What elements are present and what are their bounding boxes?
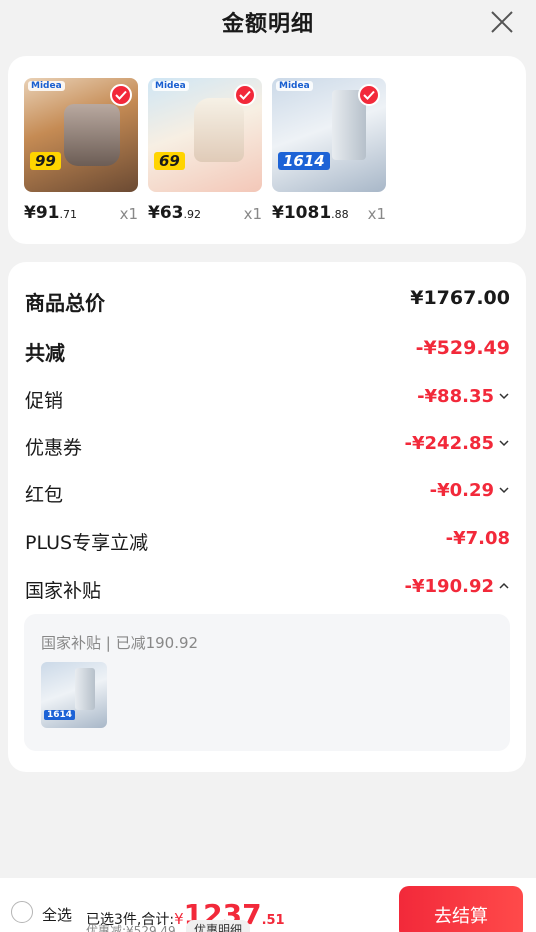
product-quantity: x1 xyxy=(119,205,138,223)
reduction-label: 共减 xyxy=(25,341,65,365)
brand-logo: Midea xyxy=(28,81,65,91)
price-badge: 1614 xyxy=(44,710,76,720)
page-title: 金额明细 xyxy=(221,12,314,37)
price-badge: 1614 xyxy=(278,152,330,170)
total-decimal: .51 xyxy=(261,913,285,928)
coupon-row[interactable]: 优惠券 -¥242.85 xyxy=(25,429,510,463)
product-quantity: x1 xyxy=(243,205,262,223)
header: 金额明细 xyxy=(0,0,536,46)
product-quantity: x1 xyxy=(367,205,386,223)
water-heater-image xyxy=(75,668,95,710)
promo-row[interactable]: 促销 -¥88.35 xyxy=(25,382,510,416)
coupon-value: -¥242.85 xyxy=(404,433,494,454)
checked-icon[interactable] xyxy=(234,84,256,106)
total-value: ¥1767.00 xyxy=(410,287,510,309)
subsidy-row[interactable]: 国家补贴 -¥190.92 xyxy=(25,572,510,606)
discount-detail-button[interactable]: 优惠明细 xyxy=(186,920,251,932)
reduction-value: -¥529.49 xyxy=(415,337,510,359)
checked-icon[interactable] xyxy=(110,84,132,106)
chevron-down-icon[interactable] xyxy=(498,390,510,402)
plus-value: -¥7.08 xyxy=(445,528,510,549)
product-price: ¥1081.88 xyxy=(272,203,349,223)
summary-card: 商品总价 ¥1767.00 共减 -¥529.49 促销 -¥88.35 优惠券… xyxy=(8,262,526,772)
brand-logo: Midea xyxy=(276,81,313,91)
subsidy-value: -¥190.92 xyxy=(404,576,494,597)
brand-logo: Midea xyxy=(152,81,189,91)
coupon-label: 优惠券 xyxy=(25,437,83,459)
product-item[interactable]: Midea 69 ¥63.92 x1 xyxy=(148,78,262,226)
checkout-button[interactable]: 去结算 xyxy=(399,886,523,932)
plus-row: PLUS专享立减 -¥7.08 xyxy=(25,524,510,558)
total-label: 商品总价 xyxy=(25,291,105,315)
total-row: 商品总价 ¥1767.00 xyxy=(25,283,510,317)
subsidy-detail: 国家补贴 | 已减190.92 1614 xyxy=(24,614,510,751)
product-thumbnail: Midea 99 xyxy=(24,78,138,192)
subsidy-label: 国家补贴 xyxy=(25,580,102,602)
price-row: ¥63.92 x1 xyxy=(148,200,262,226)
subsidy-detail-text: 国家补贴 | 已减190.92 xyxy=(41,634,199,652)
chevron-down-icon[interactable] xyxy=(498,437,510,449)
product-thumbnail: Midea 1614 xyxy=(272,78,386,192)
products-card: Midea 99 ¥91.71 x1 Midea 69 ¥63.92 x1 Mi… xyxy=(8,56,526,244)
select-all-radio[interactable] xyxy=(11,901,33,923)
product-price: ¥63.92 xyxy=(148,203,201,223)
discount-text: 优惠减:¥529.49 xyxy=(86,924,176,932)
promo-label: 促销 xyxy=(25,390,64,412)
redpacket-value: -¥0.29 xyxy=(429,480,494,501)
select-all-label[interactable]: 全选 xyxy=(42,904,72,925)
bottom-bar: 全选 已选3件,合计:¥1237.51 优惠减:¥529.49 优惠明细 去结算 xyxy=(0,878,536,932)
product-thumbnail: Midea 69 xyxy=(148,78,262,192)
price-row: ¥91.71 x1 xyxy=(24,200,138,226)
chevron-up-icon[interactable] xyxy=(498,580,510,592)
reduction-row: 共减 -¥529.49 xyxy=(25,333,510,367)
price-row: ¥1081.88 x1 xyxy=(272,200,386,226)
food-processor-image xyxy=(194,98,244,162)
checked-icon[interactable] xyxy=(358,84,380,106)
price-badge: 69 xyxy=(154,152,185,170)
chevron-down-icon[interactable] xyxy=(498,484,510,496)
product-item[interactable]: Midea 99 ¥91.71 x1 xyxy=(24,78,138,226)
plus-label: PLUS专享立减 xyxy=(25,532,149,554)
redpacket-row[interactable]: 红包 -¥0.29 xyxy=(25,476,510,510)
promo-value: -¥88.35 xyxy=(417,386,494,407)
subsidy-product-thumbnail[interactable]: 1614 xyxy=(41,662,107,728)
redpacket-label: 红包 xyxy=(25,484,64,506)
rice-cooker-image xyxy=(64,104,120,166)
product-item[interactable]: Midea 1614 ¥1081.88 x1 xyxy=(272,78,386,226)
product-price: ¥91.71 xyxy=(24,203,77,223)
price-badge: 99 xyxy=(30,152,61,170)
close-icon[interactable] xyxy=(488,8,516,36)
